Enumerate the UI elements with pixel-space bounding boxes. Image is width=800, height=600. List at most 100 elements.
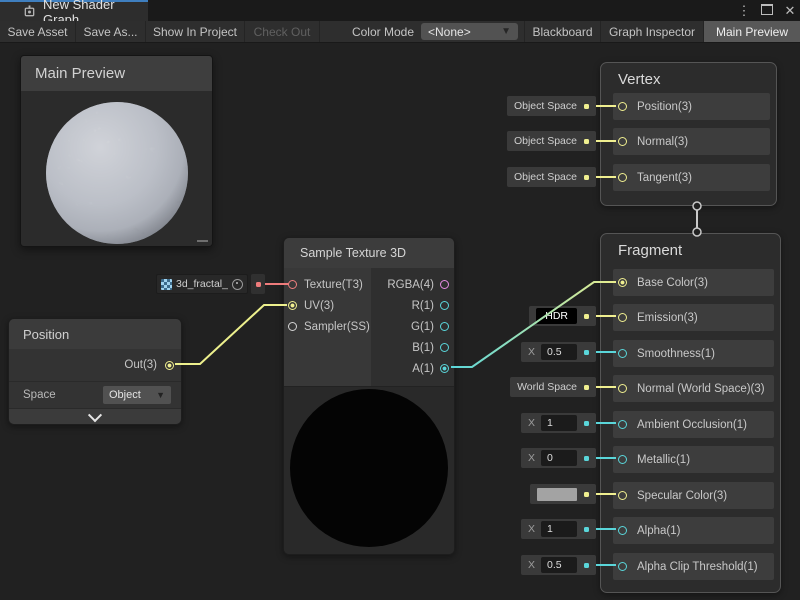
tab-new-shader-graph[interactable]: New Shader Graph [0,0,148,21]
emission-default-field: HDR [529,306,616,326]
stub-wire [596,528,616,530]
window-menu-icon[interactable]: ⋮ [736,3,752,19]
vertex-row-normal: Normal(3) [613,128,770,155]
window-maximize-icon[interactable] [759,3,775,18]
tangent-port[interactable] [618,173,627,182]
fragment-node-title: Fragment [601,234,780,259]
hdr-color-field[interactable]: HDR [536,308,577,324]
stub-wire [596,315,616,317]
stub-wire [596,564,616,566]
show-in-project-button[interactable]: Show In Project [146,21,245,42]
stub-wire [596,176,616,178]
input-row-texture: Texture(T3) [284,274,371,295]
rgba-output-port[interactable] [440,280,449,289]
connector-dot [584,456,589,461]
connector-dot [584,492,589,497]
preview-sphere [21,91,212,246]
value-input[interactable]: 0.5 [541,344,577,360]
normal-port[interactable] [618,137,627,146]
vertex-row-tangent: Tangent(3) [613,164,770,191]
r-output-port[interactable] [440,301,449,310]
title-bar: New Shader Graph ⋮ ✕ [0,0,800,21]
color-mode-dropdown[interactable]: <None> ▼ [421,23,518,40]
shader-graph-window: New Shader Graph ⋮ ✕ Save Asset Save As.… [0,0,800,600]
chevron-down-icon: ▼ [501,26,511,37]
emission-port[interactable] [618,313,627,322]
port-label: B(1) [412,342,434,354]
vertex-node[interactable]: Vertex Position(3) Normal(3) Tangent(3) [600,62,777,206]
g-output-port[interactable] [440,322,449,331]
graph-inspector-toggle-button[interactable]: Graph Inspector [601,21,704,42]
edge-position-to-uv[interactable] [175,305,287,364]
value-input[interactable]: 0 [541,450,577,466]
port-label: A(1) [412,363,434,375]
connector-dot [584,527,589,532]
port-label: Normal (World Space)(3) [637,383,765,395]
alpha-clip-default-field: X 0.5 [521,555,616,575]
texture-input-port[interactable] [288,280,297,289]
blackboard-toggle-button[interactable]: Blackboard [524,21,601,42]
texture-object-field[interactable]: 3d_fractal_n [156,274,248,294]
space-dropdown[interactable]: Object ▼ [103,386,171,404]
port-label: Base Color(3) [637,277,708,289]
base-color-port[interactable] [618,278,627,287]
connector-dot [584,563,589,568]
graph-toolbar: Save Asset Save As... Show In Project Ch… [0,21,800,43]
out-port[interactable] [165,361,174,370]
color-swatch[interactable] [537,488,577,501]
save-as-button[interactable]: Save As... [76,21,146,42]
toolbar-spacer [320,21,347,42]
resize-handle[interactable] [197,240,208,242]
x-label: X [528,559,535,571]
output-row-r: R(1) [371,295,454,316]
b-output-port[interactable] [440,343,449,352]
fragment-node[interactable]: Fragment Base Color(3) Emission(3) Smoot… [600,233,781,593]
main-preview-viewport[interactable] [21,91,212,246]
position-port[interactable] [618,102,627,111]
collapse-preview-button[interactable] [9,409,181,425]
sample-texture-3d-node[interactable]: Sample Texture 3D Texture(T3) UV(3) Samp… [283,237,455,555]
position-out-row: Out(3) [9,349,181,382]
value-input[interactable]: 0.5 [541,557,577,573]
binding-label: Object Space [514,135,577,147]
connector-dot-segment [251,274,265,294]
uv-input-port[interactable] [288,301,297,310]
normal-ws-port[interactable] [618,384,627,393]
object-picker-icon[interactable] [232,279,243,290]
node-preview [284,386,454,555]
fragment-row-smoothness: Smoothness(1) [613,340,774,367]
connector-dot [256,282,261,287]
main-preview-toggle-button[interactable]: Main Preview [704,21,800,42]
metallic-port[interactable] [618,455,627,464]
specular-color-port[interactable] [618,491,627,500]
smoothness-port[interactable] [618,349,627,358]
normal-default-binding: Object Space [507,131,616,151]
smoothness-default-field: X 0.5 [521,342,616,362]
position-default-binding: Object Space [507,96,616,116]
position-node[interactable]: Position Out(3) Space Object ▼ [8,318,182,425]
value-input[interactable]: 1 [541,521,577,537]
port-label: Emission(3) [637,312,698,324]
port-label: Alpha(1) [637,525,680,537]
check-out-button: Check Out [245,21,320,42]
alpha-clip-port[interactable] [618,562,627,571]
texture-default-field: 3d_fractal_n [156,274,289,294]
fragment-row-specular-color: Specular Color(3) [613,482,774,509]
color-mode-label: Color Mode [347,21,421,42]
save-asset-button[interactable]: Save Asset [0,21,76,42]
ambient-occlusion-port[interactable] [618,420,627,429]
texture-asset-name: 3d_fractal_n [176,278,228,290]
main-preview-panel[interactable]: Main Preview [20,55,213,247]
chevron-down-icon [88,408,102,422]
window-close-icon[interactable]: ✕ [782,3,798,19]
a-output-port[interactable] [440,364,449,373]
space-value: Object [109,389,141,401]
sampler-input-port[interactable] [288,322,297,331]
value-input[interactable]: 1 [541,415,577,431]
alpha-port[interactable] [618,526,627,535]
chevron-down-icon: ▼ [156,390,165,400]
main-preview-header[interactable]: Main Preview [21,56,212,91]
x-label: X [528,452,535,464]
port-label: G(1) [411,321,434,333]
x-label: X [528,346,535,358]
